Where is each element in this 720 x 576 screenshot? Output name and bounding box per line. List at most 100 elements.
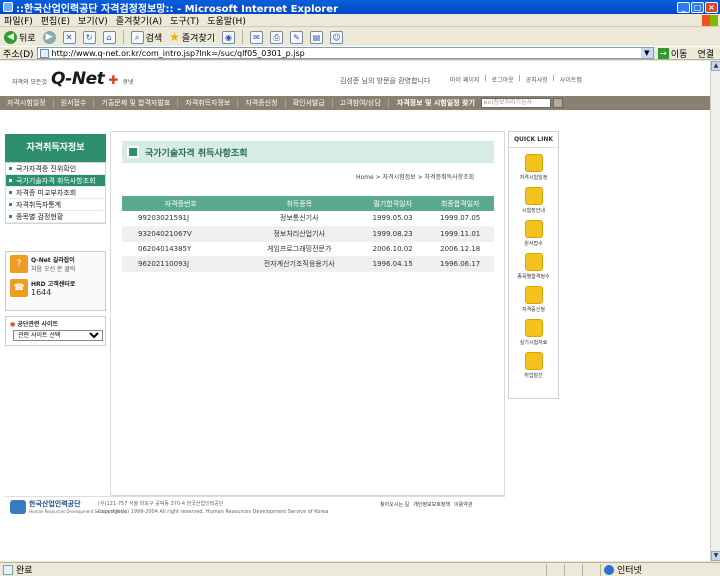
top-link-sitemap[interactable]: 사이트맵 [560,75,582,84]
vertical-scrollbar[interactable]: ▲ ▼ [710,61,720,561]
top-link-mypage[interactable]: 마이 페이지 [450,75,480,84]
menu-help[interactable]: 도움말(H) [203,14,250,27]
gnb-item[interactable]: 자격증신청 [238,98,286,108]
table-header-row: 자격증번호 취득종목 필기합격일자 최종합격일자 [122,196,494,211]
edit-button[interactable]: ✎ [288,29,305,45]
stop-icon: ✕ [62,30,76,44]
quick-link-certificate[interactable]: 자격증신청 [509,286,558,313]
mail-icon: ✉ [250,30,264,44]
window-titlebar: ::한국산업인력공단 자격검정정보망:: - Microsoft Interne… [0,0,720,15]
gnb-item[interactable]: 자격취득자정보 [178,98,239,108]
toolbar-separator [242,30,244,44]
top-links: 마이 페이지 | 로그아웃 | 공지사항 | 사이트맵 [450,75,582,84]
qnet-guide-link[interactable]: ? Q-Net 길라잡이 처음 오신 분 클릭 [6,252,105,276]
footer-link-directions[interactable]: 찾아오시는 길 [380,501,409,508]
quick-link-apply[interactable]: 원서접수 [509,220,558,247]
footer-link-terms[interactable]: 이용약관 [454,501,472,508]
gnb-item[interactable]: 확인서발급 [286,98,333,108]
status-bar: 완료 인터넷 [0,562,720,576]
print-button[interactable]: ⎙ [268,29,285,45]
status-text: 완료 [16,566,33,576]
logo-brand: Q-Net [51,69,105,89]
site-logo[interactable]: 자격의 모든것 Q-Net ✚ 큐넷 [12,69,133,89]
address-dropdown-icon[interactable]: ▼ [640,48,653,58]
top-link-notice[interactable]: 공지사항 [526,75,548,84]
gnb-item[interactable]: 원서접수 [54,98,95,108]
menu-view[interactable]: 보기(V) [74,14,112,27]
home-icon: ⌂ [102,30,116,44]
cert-number: 06204014385Y [122,241,240,257]
menu-tools[interactable]: 도구(T) [166,14,203,27]
menu-file[interactable]: 파일(F) [0,14,37,27]
cert-item: 전자계산기조직응용기사 [239,256,359,272]
go-button[interactable]: → 이동 [654,47,692,60]
gnb-search-label: 자격정보 및 시험일정 찾기 [396,99,475,107]
folder-icon: ▤ [310,30,324,44]
search-button[interactable]: ⌕ 검색 [129,29,165,45]
gnb-item[interactable]: 자격시험일정 [0,98,54,108]
lnb-title: 자격취득자정보 [5,134,106,162]
gnb-item[interactable]: 기출문제 및 합격자발표 [94,98,179,108]
top-link-logout[interactable]: 로그아웃 [492,75,514,84]
quick-link-practical[interactable]: 실기시험자료 [509,319,558,346]
gnb-search-button[interactable] [552,98,563,108]
discuss-button[interactable]: ▤ [308,29,325,45]
site-header: 자격의 모든것 Q-Net ✚ 큐넷 김성준 님의 방문을 환영합니다 마이 페… [0,61,710,95]
cert-item: 게임프로그래밍전문가 [239,241,359,257]
footer-link-privacy[interactable]: 개인정보보호정책 [413,501,450,508]
back-arrow-icon: ◀ [4,30,17,44]
gnb-item[interactable]: 고객참여/상담 [333,98,389,108]
lnb-item-status[interactable]: 종목별 검정현황 [6,211,105,223]
stop-button[interactable]: ✕ [61,29,78,45]
close-button[interactable]: × [705,1,718,13]
scroll-down-icon[interactable]: ▼ [711,551,720,561]
go-arrow-icon: → [657,47,669,59]
refresh-button[interactable]: ↻ [81,29,98,45]
menu-edit[interactable]: 편집(E) [37,14,74,27]
quick-link-schedule[interactable]: 자격시험일정 [509,154,558,181]
scroll-up-icon[interactable]: ▲ [711,61,720,71]
quick-links: QUICK LINK 자격시험일정 시험장안내 원서접수 종목별합격정수 자격증… [508,131,559,399]
document-icon [127,146,139,158]
menu-bar: 파일(F) 편집(E) 보기(V) 즐겨찾기(A) 도구(T) 도움말(H) [0,14,720,27]
main-content: 국가기술자격 취득사항조회 Home > 자격시험정보 > 자격증취득사항조회 … [110,131,505,496]
forward-button[interactable]: ▶ [41,29,58,45]
maximize-button[interactable]: □ [691,1,704,13]
call-title: HRD 고객센터로 [31,281,76,288]
quick-link-label: 종목별합격정수 [517,274,550,280]
favorites-button[interactable]: ★ 즐겨찾기 [167,29,217,45]
messenger-icon: ☺ [330,30,344,44]
menu-favorites[interactable]: 즐겨찾기(A) [112,14,166,27]
search-label: 검색 [145,33,163,44]
quick-link-label: 자격증신청 [521,307,545,313]
gnb-search-input[interactable]: ex)정보처리기능사 [480,98,551,108]
cert-number: 96202110093J [122,256,240,272]
related-sites-select[interactable]: 관련 사이트 선택 [13,330,103,341]
lnb-item-statistics[interactable]: 자격취득자통계 [6,199,105,211]
status-pane [564,563,582,576]
building-icon [524,187,543,205]
address-input[interactable]: http://www.q-net.or.kr/com_intro.jsp?lnk… [36,47,654,59]
quick-link-jobs[interactable]: 취업알선 [509,352,558,379]
guide-sub: 처음 오신 분 클릭 [31,266,76,273]
back-button[interactable]: ◀ 뒤로 [2,29,38,45]
media-button[interactable]: ◉ [220,29,237,45]
window-title: ::한국산업인력공단 자격검정정보망:: - Microsoft Interne… [16,3,339,15]
quick-link-venue[interactable]: 시험장안내 [509,187,558,214]
home-button[interactable]: ⌂ [101,29,118,45]
quick-link-label: 시험장안내 [521,208,545,214]
lnb-item-undelivered[interactable]: 자격증 미교부자조회 [6,187,105,199]
written-pass-date: 1996.04.15 [358,256,427,272]
messenger-button[interactable]: ☺ [328,29,345,45]
lnb-item-acquisition[interactable]: 국가기술자격 취득사항조회 [6,175,105,187]
status-pane [546,563,564,576]
minimize-button[interactable]: _ [677,1,690,13]
quick-link-passcount[interactable]: 종목별합격정수 [509,253,558,280]
call-center-link[interactable]: ☎ HRD 고객센터로 1644 [6,276,105,300]
logo-tagline: 자격의 모든것 [12,79,48,86]
breadcrumb: Home > 자격시험정보 > 자격증취득사항조회 [356,174,475,181]
links-button[interactable]: 연결 [691,47,720,60]
calendar-icon [524,154,543,172]
lnb-item-verify[interactable]: 국가자격증 진위확인 [6,163,105,175]
mail-button[interactable]: ✉ [248,29,265,45]
